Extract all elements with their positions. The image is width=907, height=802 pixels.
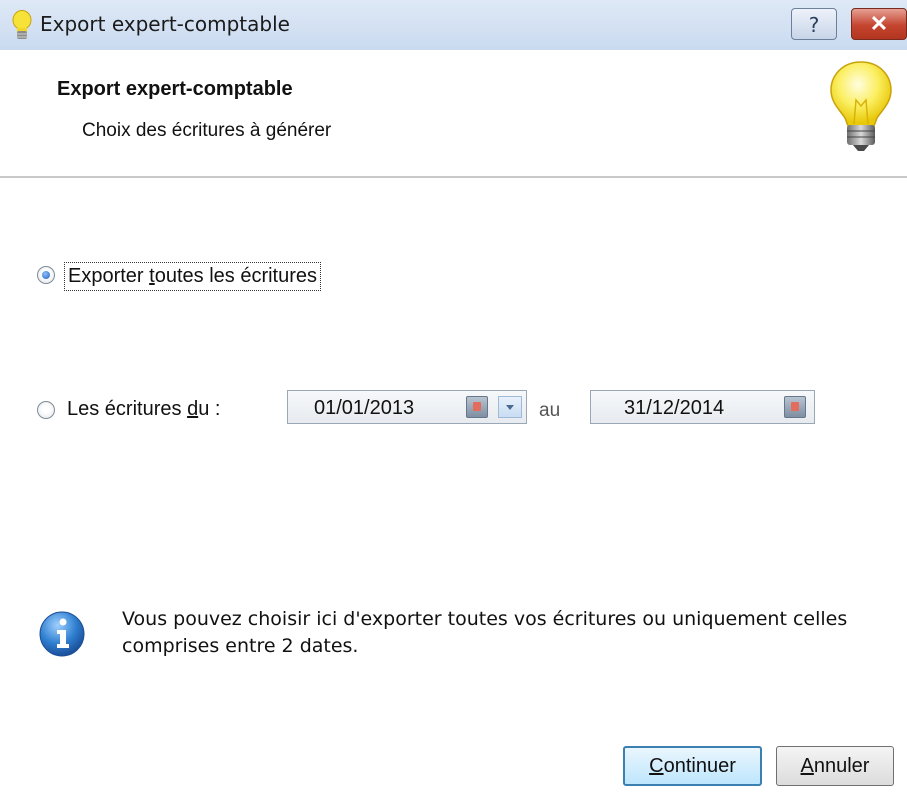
chevron-down-icon[interactable] <box>498 396 522 418</box>
header-title: Export expert-comptable <box>57 78 293 100</box>
help-button[interactable]: ? <box>791 8 837 40</box>
date-range-label-key: d <box>187 398 199 420</box>
export-all-radio[interactable] <box>37 266 55 284</box>
export-all-label-pre: Exporter <box>68 265 150 287</box>
date-separator: au <box>539 400 561 421</box>
date-range-label[interactable]: Les écritures du : <box>67 398 220 421</box>
date-range-label-pre: Les écritures <box>67 398 188 420</box>
continue-button-key: C <box>649 755 664 777</box>
date-range-radio[interactable] <box>37 401 55 419</box>
to-date-picker[interactable]: 31/12/2014 <box>590 390 815 424</box>
continue-button-label: ontinuer <box>663 755 736 777</box>
to-date-value: 31/12/2014 <box>624 397 725 419</box>
from-date-picker[interactable]: 01/01/2013 <box>287 390 527 424</box>
export-all-label-post: outes les écritures <box>154 265 318 287</box>
lightbulb-icon <box>12 10 32 39</box>
calendar-icon[interactable] <box>784 396 806 418</box>
continue-button[interactable]: Continuer <box>623 746 762 786</box>
title-bar[interactable]: Export expert-comptable ? ✕ <box>0 0 907 51</box>
wizard-header: Export expert-comptable Choix des écritu… <box>0 50 907 178</box>
date-range-label-post: u : <box>198 398 221 420</box>
cancel-button-key: A <box>800 755 814 777</box>
info-icon <box>39 611 85 657</box>
cancel-button[interactable]: Annuler <box>776 746 894 786</box>
export-dialog: Export expert-comptable ? ✕ Export exper… <box>0 0 907 802</box>
lightbulb-icon <box>830 61 892 151</box>
cancel-button-label: nnuler <box>813 755 870 777</box>
calendar-icon[interactable] <box>466 396 488 418</box>
header-subtitle: Choix des écritures à générer <box>82 120 332 141</box>
from-date-value: 01/01/2013 <box>314 397 415 419</box>
info-text: Vous pouvez choisir ici d'exporter toute… <box>122 608 848 657</box>
window-title: Export expert-comptable <box>40 12 290 36</box>
export-all-label[interactable]: Exporter toutes les écritures <box>64 262 322 291</box>
close-button[interactable]: ✕ <box>851 8 907 40</box>
